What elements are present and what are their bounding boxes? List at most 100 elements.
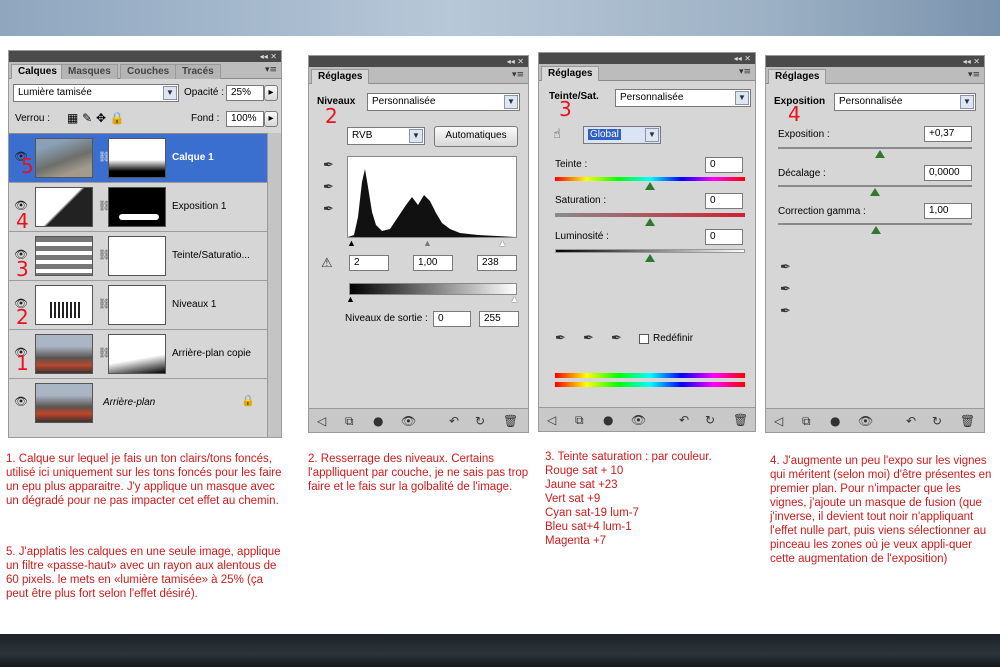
reset-icon[interactable]: ↻ bbox=[705, 413, 715, 427]
collapse-icon[interactable]: ◂◂ ✕ bbox=[507, 56, 524, 67]
eye-icon[interactable]: 👁 bbox=[858, 414, 873, 428]
back-arrow-icon[interactable]: ◁ bbox=[774, 414, 783, 428]
white-input-slider[interactable]: ▲ bbox=[498, 238, 507, 248]
offset-slider-thumb[interactable] bbox=[870, 188, 880, 196]
lock-icons[interactable]: ▦ ✎ ✥ 🔒 bbox=[67, 111, 125, 125]
output-white-field[interactable]: 255 bbox=[479, 311, 519, 327]
mask-icon[interactable]: ● bbox=[830, 414, 840, 428]
preset-select[interactable]: Personnalisée ▼ bbox=[367, 93, 520, 111]
step-number: 4 bbox=[788, 102, 801, 126]
saturation-slider-thumb[interactable] bbox=[645, 218, 655, 226]
layer-row[interactable]: 👁 ⛓ Exposition 1 bbox=[9, 183, 267, 232]
targeted-adjustment-hand-icon[interactable]: ☝ bbox=[553, 127, 561, 142]
opacity-arrow-button[interactable]: ▸ bbox=[264, 85, 278, 101]
lock-label: Verrou : bbox=[15, 113, 51, 124]
hue-slider-track[interactable] bbox=[555, 177, 745, 181]
lightness-slider-thumb[interactable] bbox=[645, 254, 655, 262]
eye-icon[interactable]: 👁 bbox=[401, 414, 416, 428]
trash-icon[interactable]: 🗑 bbox=[503, 414, 518, 428]
back-arrow-icon[interactable]: ◁ bbox=[547, 413, 556, 427]
eye-icon[interactable]: 👁 bbox=[631, 413, 646, 427]
output-black-field[interactable]: 0 bbox=[433, 311, 471, 327]
offset-field[interactable]: 0,0000 bbox=[924, 165, 972, 181]
input-mid-field[interactable]: 1,00 bbox=[413, 255, 453, 271]
layer-row[interactable]: 👁 ⛓ Teinte/Saturatio... bbox=[9, 232, 267, 281]
gamma-input-slider[interactable]: ▲ bbox=[423, 238, 432, 248]
channel-select[interactable]: RVB ▼ bbox=[347, 127, 425, 145]
layer-row[interactable]: 👁 Arrière-plan 🔒 bbox=[9, 379, 267, 428]
panel-menu-icon[interactable]: ▾≡ bbox=[968, 70, 980, 80]
hue-field[interactable]: 0 bbox=[705, 157, 743, 173]
black-input-slider[interactable]: ▲ bbox=[347, 238, 356, 248]
collapse-icon[interactable]: ◂◂ ✕ bbox=[260, 51, 277, 62]
reset-icon[interactable]: ↻ bbox=[932, 414, 942, 428]
layer-row[interactable]: 👁 ⛓ Arrière-plan copie bbox=[9, 330, 267, 379]
clipping-warning-icon[interactable]: ⚠ bbox=[321, 256, 333, 271]
gray-eyedropper-icon[interactable]: ✒ bbox=[780, 282, 791, 297]
input-white-field[interactable]: 238 bbox=[477, 255, 517, 271]
back-arrow-icon[interactable]: ◁ bbox=[317, 414, 326, 428]
layer-row[interactable]: 👁 ⛓ Niveaux 1 bbox=[9, 281, 267, 330]
white-eyedropper-icon[interactable]: ✒ bbox=[323, 202, 334, 217]
colorize-checkbox[interactable] bbox=[639, 334, 649, 344]
add-eyedropper-icon[interactable]: ✒ bbox=[583, 331, 594, 346]
clip-layer-icon[interactable]: ⧉ bbox=[802, 414, 811, 429]
channel-select[interactable]: Global ▼ bbox=[583, 126, 661, 144]
saturation-field[interactable]: 0 bbox=[705, 193, 743, 209]
exposure-slider-track[interactable] bbox=[778, 147, 972, 149]
layers-scrollbar[interactable] bbox=[267, 133, 281, 437]
previous-state-icon[interactable]: ↶ bbox=[449, 414, 459, 428]
tab-reglages[interactable]: Réglages bbox=[768, 69, 827, 84]
clip-layer-icon[interactable]: ⧉ bbox=[575, 413, 584, 428]
offset-slider-track[interactable] bbox=[778, 185, 972, 187]
trash-icon[interactable]: 🗑 bbox=[733, 413, 748, 427]
previous-state-icon[interactable]: ↶ bbox=[906, 414, 916, 428]
black-eyedropper-icon[interactable]: ✒ bbox=[780, 260, 791, 275]
collapse-icon[interactable]: ◂◂ ✕ bbox=[963, 56, 980, 67]
eye-icon[interactable]: 👁 bbox=[12, 395, 30, 409]
subtract-eyedropper-icon[interactable]: ✒ bbox=[611, 331, 622, 346]
trash-icon[interactable]: 🗑 bbox=[960, 414, 975, 428]
gamma-field[interactable]: 1,00 bbox=[924, 203, 972, 219]
levels-panel: ◂◂ ✕ Réglages ▾≡ Niveaux Personnalisée ▼… bbox=[308, 55, 529, 433]
panel-menu-icon[interactable]: ▾≡ bbox=[512, 70, 524, 80]
opacity-field[interactable]: 25% bbox=[226, 85, 264, 101]
white-output-slider[interactable]: ▲ bbox=[510, 294, 519, 304]
black-output-slider[interactable]: ▲ bbox=[346, 294, 355, 304]
tab-masques[interactable]: Masques bbox=[61, 64, 118, 79]
eyedropper-icon[interactable]: ✒ bbox=[555, 331, 566, 346]
white-eyedropper-icon[interactable]: ✒ bbox=[780, 304, 791, 319]
tab-reglages[interactable]: Réglages bbox=[311, 69, 370, 84]
fill-arrow-button[interactable]: ▸ bbox=[264, 111, 278, 127]
tab-calques[interactable]: Calques bbox=[11, 64, 64, 79]
hue-slider-thumb[interactable] bbox=[645, 182, 655, 190]
reset-icon[interactable]: ↻ bbox=[475, 414, 485, 428]
exposure-slider-thumb[interactable] bbox=[875, 150, 885, 158]
gray-eyedropper-icon[interactable]: ✒ bbox=[323, 180, 334, 195]
lightness-slider-track[interactable] bbox=[555, 249, 745, 253]
gamma-slider-thumb[interactable] bbox=[871, 226, 881, 234]
gamma-slider-track[interactable] bbox=[778, 223, 972, 225]
mask-icon[interactable]: ● bbox=[603, 413, 613, 427]
tab-traces[interactable]: Tracés bbox=[175, 64, 221, 79]
layer-row[interactable]: 👁 ⛓ Calque 1 bbox=[9, 134, 267, 183]
tab-couches[interactable]: Couches bbox=[120, 64, 177, 79]
black-eyedropper-icon[interactable]: ✒ bbox=[323, 158, 334, 173]
auto-button[interactable]: Automatiques bbox=[434, 126, 518, 147]
input-black-field[interactable]: 2 bbox=[349, 255, 389, 271]
fill-field[interactable]: 100% bbox=[226, 111, 264, 127]
caption-step-4: 4. J'augmente un peu l'expo sur les vign… bbox=[770, 455, 992, 565]
previous-state-icon[interactable]: ↶ bbox=[679, 413, 689, 427]
preset-select[interactable]: Personnalisée ▼ bbox=[834, 93, 976, 111]
tab-reglages[interactable]: Réglages bbox=[541, 66, 600, 81]
blend-mode-select[interactable]: Lumière tamisée ▼ bbox=[13, 84, 179, 102]
preset-select[interactable]: Personnalisée ▼ bbox=[615, 89, 751, 107]
mask-icon[interactable]: ● bbox=[373, 414, 383, 428]
panel-menu-icon[interactable]: ▾≡ bbox=[265, 65, 277, 75]
clip-layer-icon[interactable]: ⧉ bbox=[345, 414, 354, 429]
saturation-slider-track[interactable] bbox=[555, 213, 745, 217]
panel-menu-icon[interactable]: ▾≡ bbox=[739, 67, 751, 77]
collapse-icon[interactable]: ◂◂ ✕ bbox=[734, 53, 751, 64]
lightness-field[interactable]: 0 bbox=[705, 229, 743, 245]
exposure-field[interactable]: +0,37 bbox=[924, 126, 972, 142]
